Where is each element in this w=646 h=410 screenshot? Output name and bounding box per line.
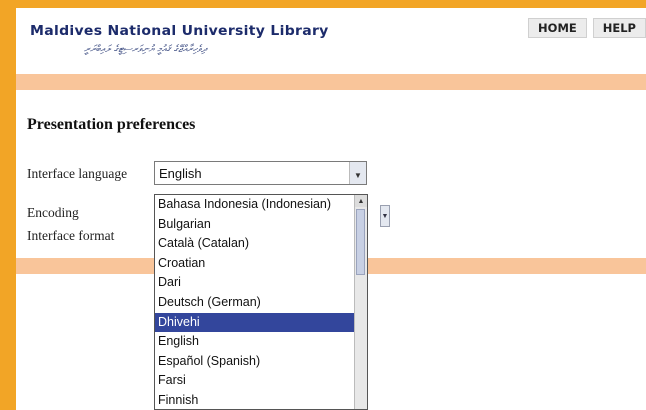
home-link[interactable]: HOME xyxy=(528,18,587,38)
interface-language-value: English xyxy=(159,166,202,181)
encoding-label: Encoding xyxy=(27,205,79,220)
scrollbar-thumb[interactable] xyxy=(356,209,365,275)
interface-language-label: Interface language xyxy=(27,166,128,181)
interface-language-select[interactable]: English ▼ xyxy=(154,161,367,185)
language-option[interactable]: Farsi xyxy=(155,371,354,391)
page-title: Presentation preferences xyxy=(27,116,196,133)
header-band xyxy=(16,74,646,90)
help-link[interactable]: HELP xyxy=(592,18,646,38)
library-logo-title: Maldives National University Library xyxy=(30,23,329,39)
dropdown-scrollbar[interactable]: ▲ xyxy=(354,195,367,409)
language-dropdown-list[interactable]: Bahasa Indonesia (Indonesian) Bulgarian Ca… xyxy=(154,194,368,410)
encoding-select-chevron-down-icon[interactable]: ▼ xyxy=(380,205,390,227)
language-option[interactable]: Finnish xyxy=(155,391,354,409)
language-option[interactable]: Català (Catalan) xyxy=(155,234,354,254)
language-option[interactable]: Bahasa Indonesia (Indonesian) xyxy=(155,195,354,215)
language-option[interactable]: Deutsch (German) xyxy=(155,293,354,313)
language-option[interactable]: Croatian xyxy=(155,254,354,274)
chevron-up-icon[interactable]: ▲ xyxy=(355,195,367,207)
language-option[interactable]: Dari xyxy=(155,273,354,293)
language-option[interactable]: Bulgarian xyxy=(155,215,354,235)
language-option[interactable]: Español (Spanish) xyxy=(155,352,354,372)
page: Maldives National University Library ދިވ… xyxy=(16,8,646,410)
chevron-down-icon[interactable]: ▼ xyxy=(349,162,366,184)
interface-format-label: Interface format xyxy=(27,228,115,243)
library-logo-subtitle: ދިވެހިރާއްޖޭގެ ޤައުމީ ޔުނިވަރސިޓީގެ ލައި… xyxy=(84,44,207,55)
top-navigation: HOME HELP xyxy=(528,18,646,38)
language-option[interactable]: English xyxy=(155,332,354,352)
language-option[interactable]: Dhivehi xyxy=(155,312,354,333)
